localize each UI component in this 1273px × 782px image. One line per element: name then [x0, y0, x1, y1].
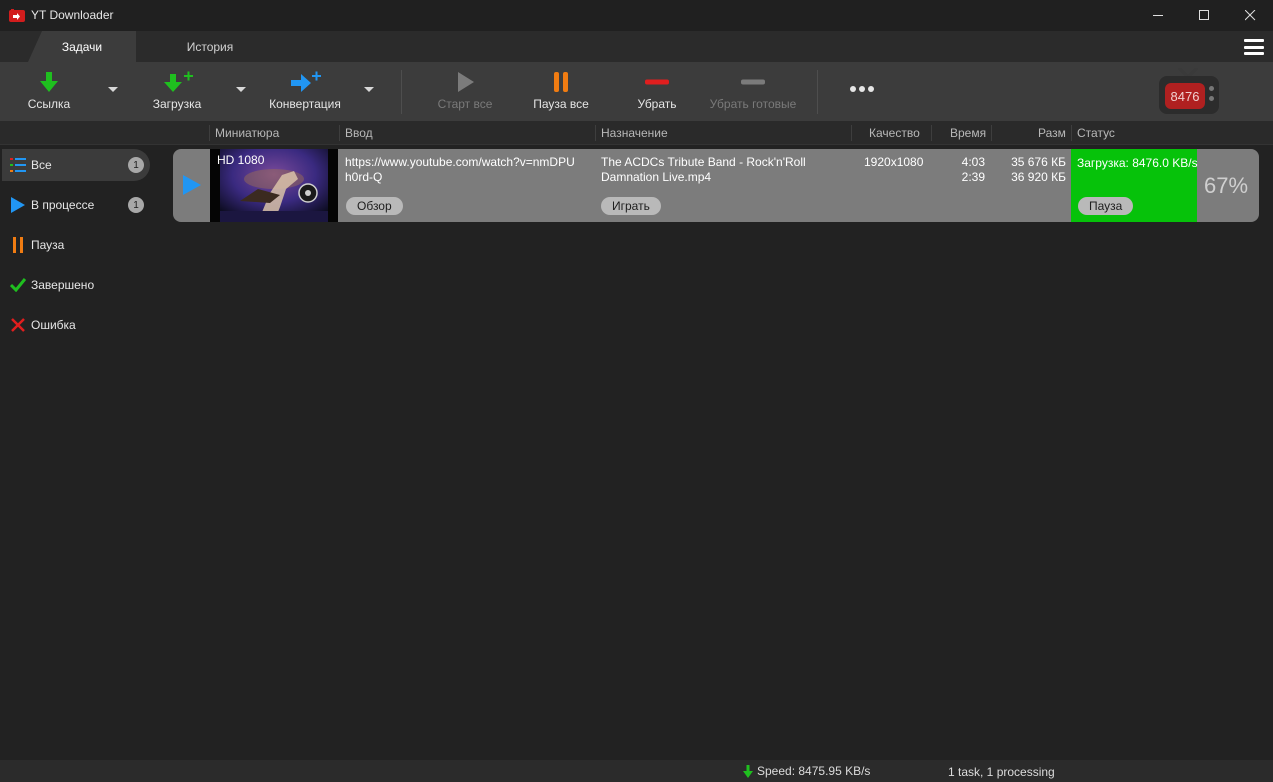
task-size: 35 676 КБ 36 920 КБ [991, 155, 1066, 185]
toolbar: Ссылка Загрузка Конвертация Старт все Па… [0, 62, 1273, 121]
task-filename: The ACDCs Tribute Band - Rock'n'Roll Dam… [601, 155, 846, 185]
menu-icon[interactable] [1244, 39, 1264, 55]
size-downloaded: 36 920 КБ [1011, 170, 1066, 184]
progress-percent: 67% [1204, 173, 1249, 198]
sidebar-item-label: Пауза [31, 238, 65, 252]
check-icon [10, 278, 26, 292]
pause-button[interactable]: Пауза [1078, 197, 1134, 215]
col-thumbnail[interactable]: Миниатюра [215, 126, 279, 140]
play-icon [458, 72, 474, 92]
sidebar-item-label: Все [31, 158, 52, 172]
x-icon [11, 318, 25, 332]
tab-tasks[interactable]: Задачи [28, 31, 136, 62]
task-time: 4:03 2:39 [945, 155, 985, 185]
column-headers: Миниатюра Ввод Назначение Качество Время… [0, 121, 1273, 145]
remove-completed-button[interactable]: Убрать готовые [705, 62, 801, 121]
status-cell: Загрузка: 8476.0 KB/s Пауза [1071, 149, 1198, 222]
sidebar: Все 1 В процессе 1 Пауза Завершено Ошибк… [0, 145, 160, 755]
status-bar: Speed: 8475.95 KB/s 1 task, 1 processing [0, 760, 1273, 782]
app-title: YT Downloader [31, 8, 114, 22]
task-url-line: https://www.youtube.com/watch?v=nmDPU [345, 155, 575, 169]
add-link-label: Ссылка [27, 97, 71, 111]
quality-badge: HD 1080 [217, 153, 265, 167]
pause-icon [13, 237, 23, 253]
close-button[interactable] [1227, 0, 1273, 31]
pause-all-label: Пауза все [533, 97, 589, 111]
tab-history[interactable]: История [160, 31, 260, 62]
sidebar-item-label: Завершено [31, 278, 95, 292]
sidebar-item-in-progress[interactable]: В процессе 1 [2, 189, 150, 221]
minimize-button[interactable] [1135, 0, 1181, 31]
browse-button[interactable]: Обзор [346, 197, 403, 215]
remove-label: Убрать [637, 97, 677, 111]
size-total: 35 676 КБ [1011, 155, 1066, 169]
speed-indicator: Speed: 8475.95 KB/s [743, 764, 870, 778]
close-icon [1244, 10, 1255, 21]
start-all-button[interactable]: Старт все [430, 62, 500, 121]
task-row[interactable]: HD 1080 https://www.youtube.com/watch?v=… [173, 149, 1259, 222]
task-filename-line: Damnation Live.mp4 [601, 170, 712, 184]
app-logo-icon [9, 9, 25, 22]
tv-knob [1209, 86, 1214, 91]
video-thumbnail[interactable]: HD 1080 [210, 149, 338, 222]
minimize-icon [1152, 15, 1163, 16]
task-filename-line: The ACDCs Tribute Band - Rock'n'Roll [601, 155, 806, 169]
download-plus-icon [164, 71, 193, 92]
tv-counter[interactable]: 8476 [1159, 68, 1219, 114]
arrow-down-icon [743, 764, 753, 778]
pause-icon [554, 72, 568, 92]
link-dropdown-arrow[interactable] [108, 87, 118, 92]
convert-dropdown-arrow[interactable] [364, 87, 374, 92]
count-badge: 1 [128, 197, 144, 213]
col-time[interactable]: Время [950, 126, 986, 140]
minus-icon [645, 79, 669, 85]
download-label: Загрузка [152, 97, 202, 111]
tab-strip: Задачи История [0, 31, 1273, 62]
toolbar-divider [817, 70, 818, 114]
task-url-line: h0rd-Q [345, 170, 383, 184]
maximize-icon [1198, 10, 1209, 20]
toolbar-divider [401, 70, 402, 114]
time-remaining: 2:39 [961, 170, 985, 184]
speed-text: Speed: 8475.95 KB/s [757, 764, 871, 778]
task-quality: 1920x1080 [864, 155, 924, 169]
col-destination[interactable]: Назначение [601, 126, 668, 140]
status-text: Загрузка: 8476.0 KB/s [1077, 156, 1198, 170]
sidebar-item-paused[interactable]: Пауза [2, 229, 150, 261]
time-total: 4:03 [961, 155, 985, 169]
convert-button[interactable]: Конвертация [264, 62, 346, 121]
col-input[interactable]: Ввод [345, 126, 373, 140]
sidebar-item-all[interactable]: Все 1 [2, 149, 150, 181]
remove-button[interactable]: Убрать [627, 62, 687, 121]
col-status[interactable]: Статус [1077, 126, 1115, 140]
add-link-button[interactable]: Ссылка [14, 62, 84, 121]
play-icon[interactable] [183, 175, 201, 195]
more-options-icon[interactable] [850, 86, 874, 92]
sidebar-item-completed[interactable]: Завершено [2, 269, 150, 301]
convert-plus-icon [291, 71, 321, 92]
download-dropdown-arrow[interactable] [236, 87, 246, 92]
maximize-button[interactable] [1181, 0, 1227, 31]
title-bar: YT Downloader [0, 0, 1273, 31]
task-summary: 1 task, 1 processing [948, 765, 1055, 779]
list-icon [10, 158, 26, 172]
sidebar-item-label: Ошибка [31, 318, 76, 332]
tv-counter-value: 8476 [1165, 83, 1205, 109]
col-size[interactable]: Разм [1038, 126, 1066, 140]
remove-completed-label: Убрать готовые [709, 97, 797, 111]
task-url: https://www.youtube.com/watch?v=nmDPU h0… [345, 155, 590, 185]
convert-label: Конвертация [269, 97, 341, 111]
count-badge: 1 [128, 157, 144, 173]
download-button[interactable]: Загрузка [141, 62, 213, 121]
play-button[interactable]: Играть [601, 197, 661, 215]
arrow-down-icon [40, 72, 58, 92]
tv-knob [1209, 96, 1214, 101]
play-icon [11, 197, 25, 213]
sidebar-item-label: В процессе [31, 198, 95, 212]
start-all-label: Старт все [437, 97, 493, 111]
sidebar-item-error[interactable]: Ошибка [2, 309, 150, 341]
col-quality[interactable]: Качество [869, 126, 920, 140]
pause-all-button[interactable]: Пауза все [525, 62, 597, 121]
minus-icon [741, 79, 765, 85]
